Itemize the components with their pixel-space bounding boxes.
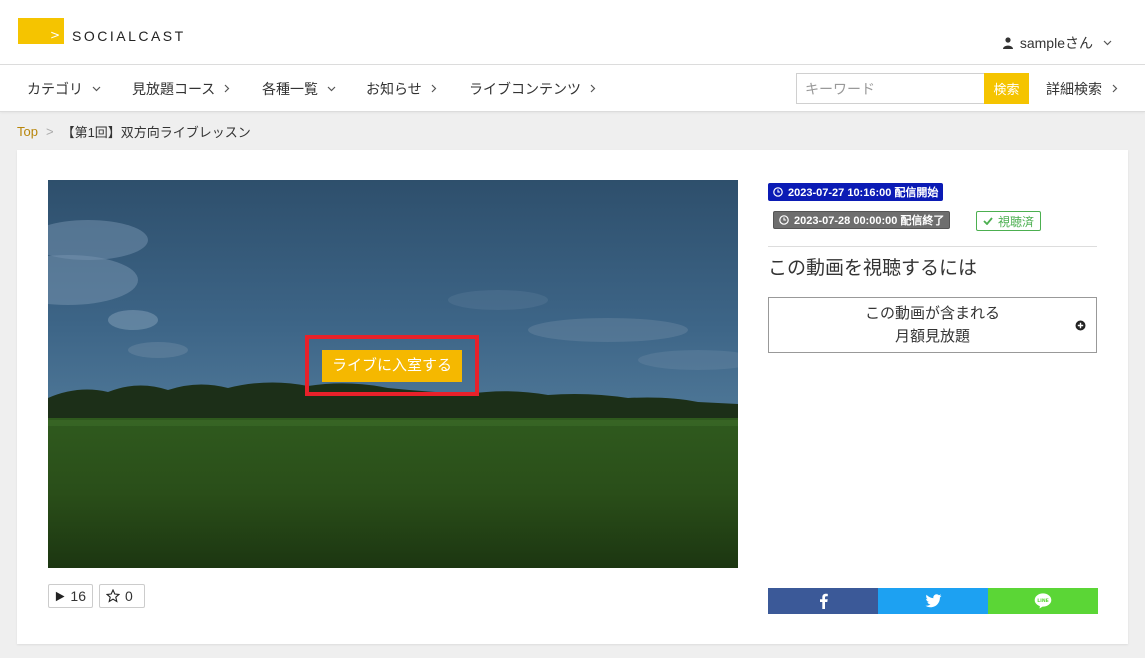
plus-circle-icon: [1075, 320, 1086, 331]
nav-item-label: ライブコンテンツ: [469, 80, 581, 97]
nav-item-category[interactable]: カテゴリ: [27, 65, 101, 112]
search-input[interactable]: [796, 73, 984, 104]
nav-item-label: カテゴリ: [27, 80, 83, 97]
search-button[interactable]: 検索: [984, 73, 1029, 104]
user-menu[interactable]: sampleさん: [1002, 33, 1119, 53]
plan-line-2: 月額見放題: [894, 328, 970, 345]
nav-item-lists[interactable]: 各種一覧: [262, 65, 336, 112]
watched-text: 視聴済: [998, 214, 1035, 229]
clock-icon: [773, 187, 783, 197]
breadcrumb-separator: >: [45, 124, 54, 139]
nav-item-label: お知らせ: [366, 80, 422, 97]
advanced-search-link[interactable]: 詳細検索: [1046, 65, 1118, 112]
play-count-value: 16: [70, 588, 86, 604]
main-nav: カテゴリ 見放題コース 各種一覧 お知らせ ライブコンテンツ 検索 詳細検索: [0, 65, 1145, 112]
site-header: > SOCIALCAST sampleさん: [0, 0, 1145, 65]
plan-text: この動画が含まれる 月額見放題: [769, 302, 1096, 348]
user-name: sampleさん: [1019, 35, 1093, 51]
nav-item-live-content[interactable]: ライブコンテンツ: [469, 65, 596, 112]
breadcrumb-current: 【第1回】双方向ライブレッスン: [61, 125, 251, 140]
facebook-icon: [819, 593, 828, 609]
favorite-count-value: 0: [125, 588, 133, 604]
logo-mark: >: [18, 18, 64, 44]
chevron-right-icon: [431, 84, 437, 93]
chevron-right-icon: [590, 84, 596, 93]
site-logo[interactable]: > SOCIALCAST: [18, 18, 186, 44]
share-line-button[interactable]: LINE: [988, 588, 1098, 614]
logo-arrow: >: [49, 28, 60, 42]
start-date-badge: 2023-07-27 10:16:00 配信開始: [768, 183, 944, 201]
breadcrumb: Top > 【第1回】双方向ライブレッスン: [17, 122, 251, 141]
user-icon: [1002, 37, 1013, 49]
plan-line-1: この動画が含まれる: [864, 305, 1000, 322]
share-twitter-button[interactable]: [878, 588, 988, 614]
nav-item-label: 見放題コース: [132, 80, 216, 97]
play-count: 16: [48, 584, 93, 608]
logo-text: SOCIALCAST: [72, 28, 186, 44]
watch-section-title: この動画を視聴するには: [768, 258, 978, 279]
end-date-text: 2023-07-28 00:00:00 配信終了: [794, 215, 945, 227]
chevron-down-icon: [92, 86, 101, 91]
svg-text:LINE: LINE: [1037, 598, 1049, 604]
nav-item-label: 各種一覧: [262, 80, 318, 97]
favorite-button[interactable]: 0: [99, 584, 145, 608]
watched-badge: 視聴済: [976, 211, 1042, 231]
chevron-right-icon: [224, 84, 230, 93]
play-icon: [55, 591, 65, 601]
chevron-down-icon: [327, 86, 336, 91]
advanced-search-label: 詳細検索: [1046, 80, 1102, 97]
nav-item-unlimited-course[interactable]: 見放題コース: [132, 65, 230, 112]
star-icon: [106, 589, 120, 603]
start-date-text: 2023-07-27 10:16:00 配信開始: [788, 187, 939, 199]
chevron-right-icon: [1112, 84, 1118, 93]
share-facebook-button[interactable]: [768, 588, 878, 614]
highlight-frame: ライブに入室する: [305, 335, 479, 396]
nav-item-news[interactable]: お知らせ: [366, 65, 437, 112]
line-icon: LINE: [1034, 593, 1052, 609]
chevron-down-icon: [1103, 40, 1112, 46]
end-date-badge: 2023-07-28 00:00:00 配信終了: [773, 211, 951, 229]
plan-link[interactable]: この動画が含まれる 月額見放題: [768, 297, 1097, 353]
clock-icon: [779, 215, 789, 225]
twitter-icon: [925, 594, 941, 608]
video-player[interactable]: ライブに入室する: [48, 180, 738, 568]
breadcrumb-home-link[interactable]: Top: [17, 124, 38, 139]
divider: [768, 246, 1097, 247]
enter-live-button[interactable]: ライブに入室する: [321, 349, 462, 382]
check-icon: [983, 217, 993, 225]
